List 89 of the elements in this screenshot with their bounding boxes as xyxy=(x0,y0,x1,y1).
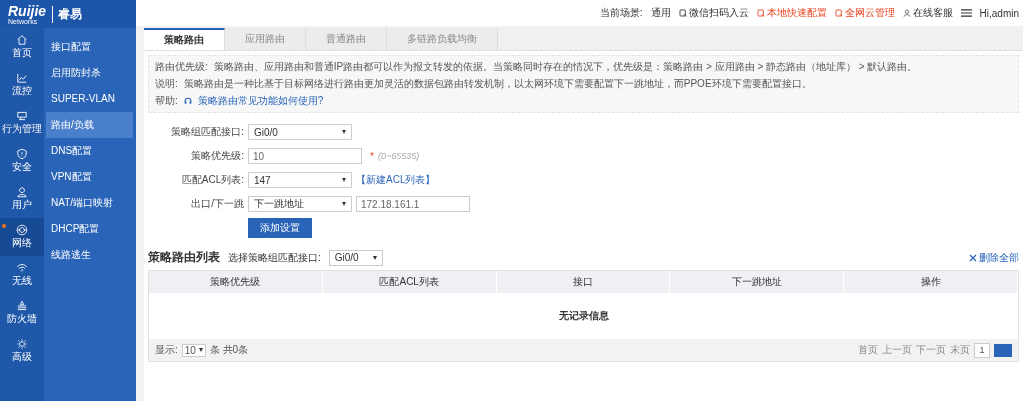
nav-item[interactable]: 防火墙 xyxy=(0,294,44,332)
column-header: 下一跳地址 xyxy=(670,271,845,293)
submenu-item[interactable]: NAT/端口映射 xyxy=(46,190,133,216)
document-icon xyxy=(834,9,843,17)
select-field[interactable]: Gi0/0 xyxy=(248,124,352,140)
page-size-label: 显示: xyxy=(155,343,178,357)
caret-icon xyxy=(342,202,346,206)
submenu-item[interactable]: 路由/负载 xyxy=(46,112,133,138)
list-title: 策略路由列表 xyxy=(148,249,220,266)
nav-icon xyxy=(16,34,28,46)
help-link[interactable]: 策略路由常见功能如何使用? xyxy=(197,94,324,108)
go-button[interactable] xyxy=(994,343,1012,357)
info-label: 路由优先级: xyxy=(155,60,208,74)
logo-name: 睿易 xyxy=(52,5,83,23)
info-text: 策略路由是一种比基于目标网络进行路由更加灵活的数据包路由转发机制，以太网环境下需要配置下一跳地址，而PPOE环境下需要配置接口。 xyxy=(183,77,812,91)
required-mark: * xyxy=(370,150,374,162)
caret-icon xyxy=(342,130,346,134)
nav-item[interactable]: 流控 xyxy=(0,66,44,104)
nav-icon xyxy=(16,148,28,160)
submenu-item[interactable]: DHCP配置 xyxy=(46,216,133,242)
nav-icon xyxy=(16,300,28,312)
pager-link[interactable]: 首页 xyxy=(858,343,878,357)
page-size-select[interactable]: 10 xyxy=(181,343,206,357)
nav-icon xyxy=(16,110,28,122)
scene-label: 当前场景: xyxy=(599,6,643,20)
filter-label: 选择策略组匹配接口: xyxy=(228,250,321,265)
nav-item[interactable]: 安全 xyxy=(0,142,44,180)
form-label: 策略组匹配接口: xyxy=(170,125,244,139)
person-icon xyxy=(902,9,911,17)
caret-icon xyxy=(372,255,377,260)
nav-icon xyxy=(16,186,28,198)
new-acl-link[interactable]: 【新建ACL列表】 xyxy=(356,173,436,187)
pager-link[interactable]: 末页 xyxy=(950,343,970,357)
column-header: 策略优先级 xyxy=(149,271,323,293)
submenu-item[interactable]: DNS配置 xyxy=(46,138,133,164)
submenu-item[interactable]: VPN配置 xyxy=(46,164,133,190)
tab[interactable]: 普通路由 xyxy=(306,28,387,50)
nav-item[interactable]: 用户 xyxy=(0,180,44,218)
info-text: 策略路由、应用路由和普通IP路由都可以作为报文转发的依据。当策略同时存在的情况下，优先级是：策略路由 > 应用路由 > 静态路由（地址库） > 默认路由。 xyxy=(213,60,918,74)
document-icon xyxy=(756,9,765,17)
select-field[interactable]: Gi0/0 xyxy=(328,249,383,266)
header-link[interactable]: 在线客服 xyxy=(902,6,953,20)
delete-all-link[interactable]: 删除全部 xyxy=(969,250,1019,265)
form-label: 匹配ACL列表: xyxy=(180,173,244,187)
submenu-item[interactable]: 线路逃生 xyxy=(46,242,133,268)
nav-item[interactable]: 高级 xyxy=(0,332,44,370)
document-icon xyxy=(678,9,687,17)
menu-icon[interactable] xyxy=(960,9,972,17)
column-header: 操作 xyxy=(844,271,1018,293)
tab[interactable]: 策略路由 xyxy=(144,28,225,50)
caret-icon xyxy=(342,178,346,182)
pager-link[interactable]: 上一页 xyxy=(882,343,912,357)
header-link[interactable]: 本地快速配置 xyxy=(756,6,827,20)
nav-item[interactable]: 无线 xyxy=(0,256,44,294)
form-label: 出口/下一跳 xyxy=(190,197,244,211)
close-icon xyxy=(969,253,977,262)
pager-link[interactable]: 下一页 xyxy=(916,343,946,357)
select-field[interactable]: 下一跳地址 xyxy=(248,196,352,212)
nav-item[interactable]: 网络 xyxy=(0,218,44,256)
tab[interactable]: 应用路由 xyxy=(225,28,306,50)
add-button[interactable]: 添加设置 xyxy=(248,218,312,238)
nav-icon xyxy=(16,72,28,84)
column-header: 匹配ACL列表 xyxy=(322,271,497,293)
nav-icon xyxy=(16,338,28,350)
scene-value: 通用 xyxy=(650,6,671,20)
nav-item[interactable]: 行为管理 xyxy=(0,104,44,142)
submenu-item[interactable]: SUPER-VLAN xyxy=(46,86,133,112)
info-label: 帮助: xyxy=(155,94,178,108)
info-label: 说明: xyxy=(155,77,178,91)
record-count: 条 共0条 xyxy=(209,343,249,357)
caret-icon xyxy=(198,348,203,352)
input-field[interactable]: 172.18.161.1 xyxy=(356,196,470,212)
form-label: 策略优先级: xyxy=(190,149,244,163)
user-greeting[interactable]: Hi,admin xyxy=(979,7,1019,19)
logo-brand: Ruijie xyxy=(8,3,47,18)
nav-icon xyxy=(16,224,28,236)
header-link[interactable]: 微信扫码入云 xyxy=(678,6,749,20)
header-link[interactable]: 全网云管理 xyxy=(834,6,895,20)
headset-icon xyxy=(183,97,192,105)
input-field[interactable]: 10 xyxy=(248,148,362,164)
column-header: 接口 xyxy=(496,271,671,293)
empty-message: 无记录信息 xyxy=(558,309,609,323)
page-field[interactable]: 1 xyxy=(974,342,990,358)
nav-icon xyxy=(16,262,28,274)
range-hint: (0~65535) xyxy=(377,151,420,161)
submenu-item[interactable]: 接口配置 xyxy=(46,34,133,60)
nav-item[interactable]: 首页 xyxy=(0,28,44,66)
select-field[interactable]: 147 xyxy=(248,172,352,188)
submenu-item[interactable]: 启用防封杀 xyxy=(46,60,133,86)
